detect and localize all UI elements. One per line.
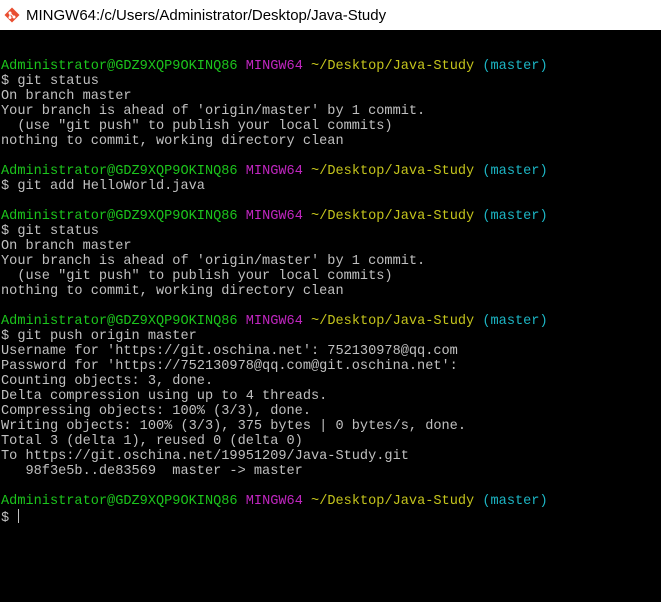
output-line: $ git status (1, 224, 99, 239)
output-line: Username for 'https://git.oschina.net': … (1, 344, 458, 359)
prompt-line: Administrator@GDZ9XQP9OKINQ86 MINGW64 ~/… (1, 59, 661, 74)
prompt-branch: (master) (482, 209, 548, 224)
title-bar[interactable]: MINGW64:/c/Users/Administrator/Desktop/J… (0, 0, 661, 30)
command-input-line[interactable]: $ (1, 509, 661, 526)
prompt-host: MINGW64 (245, 164, 303, 179)
output-line: Compressing objects: 100% (3/3), done. (1, 404, 311, 419)
prompt-host: MINGW64 (245, 314, 303, 329)
output-line: nothing to commit, working directory cle… (1, 284, 344, 299)
output-line: Total 3 (delta 1), reused 0 (delta 0) (1, 434, 303, 449)
output-line: To https://git.oschina.net/19951209/Java… (1, 449, 409, 464)
prompt-host: MINGW64 (245, 494, 303, 509)
prompt-branch: (master) (482, 164, 548, 179)
output-line: On branch master (1, 239, 132, 254)
output-line: $ git push origin master (1, 329, 197, 344)
output-line: $ git status (1, 74, 99, 89)
output-line: Counting objects: 3, done. (1, 374, 214, 389)
prompt-host: MINGW64 (245, 59, 303, 74)
prompt-branch: (master) (482, 59, 548, 74)
prompt-host: MINGW64 (245, 209, 303, 224)
window-title: MINGW64:/c/Users/Administrator/Desktop/J… (26, 6, 387, 24)
prompt-path: ~/Desktop/Java-Study (311, 59, 475, 74)
prompt-path: ~/Desktop/Java-Study (311, 209, 475, 224)
prompt-user: Administrator@GDZ9XQP9OKINQ86 (1, 164, 238, 179)
terminal-window: MINGW64:/c/Users/Administrator/Desktop/J… (0, 0, 661, 602)
output-line: $ git add HelloWorld.java (1, 179, 205, 194)
prompt-user: Administrator@GDZ9XQP9OKINQ86 (1, 59, 238, 74)
prompt-symbol: $ (1, 511, 18, 526)
output-line: Writing objects: 100% (3/3), 375 bytes |… (1, 419, 466, 434)
prompt-path: ~/Desktop/Java-Study (311, 314, 475, 329)
prompt-user: Administrator@GDZ9XQP9OKINQ86 (1, 314, 238, 329)
prompt-branch: (master) (482, 314, 548, 329)
prompt-line: Administrator@GDZ9XQP9OKINQ86 MINGW64 ~/… (1, 209, 661, 224)
output-line: Delta compression using up to 4 threads. (1, 389, 328, 404)
output-line: On branch master (1, 89, 132, 104)
output-line: Your branch is ahead of 'origin/master' … (1, 254, 426, 269)
prompt-path: ~/Desktop/Java-Study (311, 494, 475, 509)
prompt-path: ~/Desktop/Java-Study (311, 164, 475, 179)
prompt-line: Administrator@GDZ9XQP9OKINQ86 MINGW64 ~/… (1, 494, 661, 509)
output-line: Your branch is ahead of 'origin/master' … (1, 104, 426, 119)
output-line: (use "git push" to publish your local co… (1, 119, 393, 134)
terminal-output[interactable]: Administrator@GDZ9XQP9OKINQ86 MINGW64 ~/… (1, 44, 661, 526)
output-line: (use "git push" to publish your local co… (1, 269, 393, 284)
output-line: Password for 'https://752130978@qq.com@g… (1, 359, 458, 374)
git-bash-icon (4, 7, 20, 23)
text-cursor (18, 509, 20, 523)
prompt-line: Administrator@GDZ9XQP9OKINQ86 MINGW64 ~/… (1, 164, 661, 179)
prompt-user: Administrator@GDZ9XQP9OKINQ86 (1, 494, 238, 509)
output-line: nothing to commit, working directory cle… (1, 134, 344, 149)
prompt-user: Administrator@GDZ9XQP9OKINQ86 (1, 209, 238, 224)
output-line: 98f3e5b..de83569 master -> master (1, 464, 303, 479)
prompt-line: Administrator@GDZ9XQP9OKINQ86 MINGW64 ~/… (1, 314, 661, 329)
prompt-branch: (master) (482, 494, 548, 509)
